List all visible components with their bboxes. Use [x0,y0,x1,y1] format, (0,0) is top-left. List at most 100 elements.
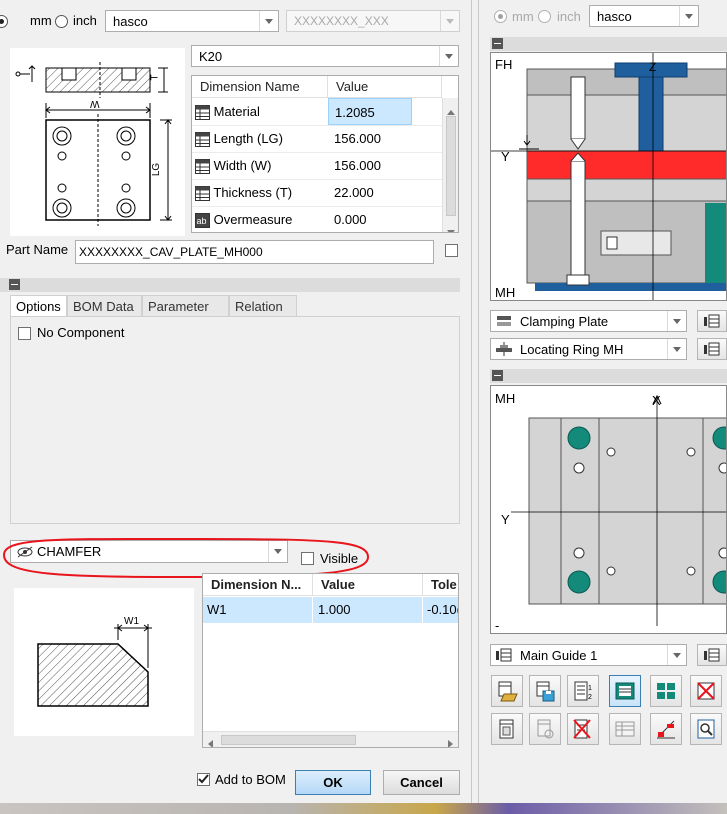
chevron-down-icon [259,11,278,31]
plate-options-button[interactable] [697,310,727,332]
scroll-thumb[interactable] [221,735,356,745]
scroll-down-icon[interactable] [447,223,455,232]
dimension-table: Dimension Name Value Material 1.2085 Len… [191,75,459,233]
locating-ring-options-button[interactable] [697,338,727,360]
right-unit-mm-radio[interactable] [494,10,507,23]
frame-view-icon [615,682,635,700]
guide-select-value: Main Guide 1 [520,648,598,663]
row-name: Length (LG) [213,131,283,146]
table-row[interactable]: Length (LG) 156.000 [192,125,442,153]
row-value-cell[interactable]: 22.000 [328,179,412,206]
open-button[interactable] [491,675,523,707]
chevron-down-icon [667,311,686,331]
unit-inch-radio[interactable] [55,15,68,28]
table-row[interactable]: Width (W) 156.000 [192,152,442,180]
plate-select-value: Clamping Plate [520,314,609,329]
grid-view-button[interactable] [650,675,682,707]
tab-parameter[interactable]: Parameter [142,295,229,317]
section-header [0,278,460,292]
table-edit-icon [704,342,720,356]
col-header-dimension-name[interactable]: Dimension N... [203,574,313,596]
delete-list-button[interactable] [567,713,599,745]
label-mh: MH [495,285,516,300]
article-select[interactable]: XXXXXXXX_XXX [286,10,460,32]
chevron-down-icon [667,645,686,665]
magnifier-icon [697,719,715,739]
feature-table: Dimension N... Value Tole W1 1.000 -0.10… [202,573,459,748]
table-view-button[interactable] [609,713,641,745]
plate-select[interactable]: Clamping Plate [490,310,687,332]
table-row[interactable]: Thickness (T) 22.000 [192,179,442,207]
cancel-button[interactable]: Cancel [383,770,460,795]
delete-component-button[interactable] [690,675,722,707]
label-dash: - [495,618,500,633]
sketch-label-t: T [149,74,161,81]
horizontal-scrollbar[interactable] [203,731,458,747]
col-header-tolerance[interactable]: Tole [423,574,458,596]
locating-ring-value: Locating Ring MH [520,342,624,357]
row-value-cell[interactable]: 1.2085 [328,98,412,125]
no-component-checkbox[interactable] [18,327,31,340]
label-z: Z [649,60,657,74]
part-name-checkbox[interactable] [445,244,458,257]
row-name-cell: Length (LG) [192,125,328,152]
chamfer-label-w1: W1 [124,616,139,627]
col-header-dimension-name[interactable]: Dimension Name [192,76,328,98]
add-to-bom-checkbox[interactable] [197,773,210,786]
chamfer-drawing [37,624,152,707]
numbered-list-button[interactable]: 12 [567,675,599,707]
frame-view-button[interactable] [609,675,641,707]
measure-button[interactable] [650,713,682,745]
col-header-value[interactable]: Value [328,76,442,98]
right-unit-inch-radio[interactable] [538,10,551,23]
guide-select[interactable]: Main Guide 1 [490,644,687,666]
new-component-icon [499,719,514,739]
tab-bom-data[interactable]: BOM Data [67,295,142,317]
guide-options-button[interactable] [697,644,727,666]
table-row[interactable]: ab Overmeasure 0.000 [192,206,442,232]
svg-text:1: 1 [588,685,592,692]
plate-sketch: T W LG [10,48,185,236]
reload-button[interactable] [529,713,561,745]
save-button[interactable] [529,675,561,707]
row-name: Thickness (T) [213,185,293,200]
preview-button[interactable] [690,713,722,745]
row-value-cell[interactable]: 0.000 [328,206,412,232]
collapse-icon[interactable] [9,279,20,290]
section-header [490,37,727,51]
table-view-icon [615,721,635,737]
table-icon [195,132,210,148]
table-row[interactable]: Material 1.2085 [192,98,442,126]
open-folder-icon [498,681,518,702]
right-catalog-select[interactable]: hasco [589,5,699,27]
locating-ring-icon [496,342,512,356]
row-value-cell[interactable]: 1.000 [313,597,423,623]
text-field-icon: ab [195,213,210,229]
grid-view-icon [657,683,675,699]
row-tolerance-cell[interactable]: -0.10( [423,597,458,623]
table-body: Material 1.2085 Length (LG) 156.000 Widt… [192,98,442,232]
label-fh: FH [495,57,513,72]
table-scrollbar[interactable] [442,98,458,232]
scroll-right-icon[interactable] [448,736,453,747]
table-row[interactable]: W1 1.000 -0.10( [203,597,458,623]
catalog-select[interactable]: hasco [105,10,279,32]
mold-side-view: FH MH Z Y [490,52,727,301]
mold-top-drawing [511,394,726,626]
collapse-icon[interactable] [492,370,503,381]
locating-ring-select[interactable]: Locating Ring MH [490,338,687,360]
svg-text:ab: ab [197,216,207,226]
row-value-cell[interactable]: 156.000 [328,125,412,152]
row-value-cell[interactable]: 156.000 [328,152,412,179]
type-select[interactable]: K20 [191,45,459,67]
numbered-list-icon: 12 [574,681,592,701]
part-name-input[interactable]: XXXXXXXX_CAV_PLATE_MH000 [75,240,434,264]
scroll-left-icon[interactable] [208,736,213,747]
new-component-button[interactable] [491,713,523,745]
scroll-thumb[interactable] [446,116,456,216]
ok-button[interactable]: OK [295,770,371,795]
collapse-icon[interactable] [492,38,503,49]
tab-relation[interactable]: Relation [229,295,297,317]
row-name-cell: ab Overmeasure [192,206,328,232]
col-header-value[interactable]: Value [313,574,423,596]
